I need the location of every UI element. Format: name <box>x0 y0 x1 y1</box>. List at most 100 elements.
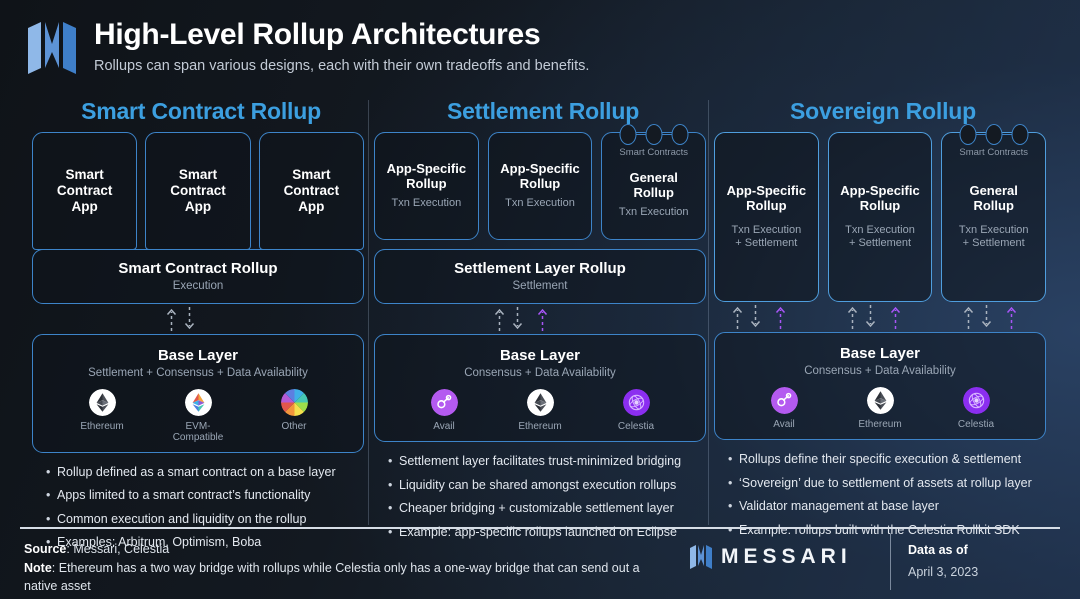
bullet-text: Common execution and liquidity on the ro… <box>57 511 307 526</box>
list-item: • Liquidity can be shared amongst executi… <box>388 477 706 493</box>
bullet-dot-icon: • <box>728 522 733 537</box>
bullet-dot-icon: • <box>46 464 51 479</box>
token-row: Ethereum EVM-Compatible Other <box>41 388 355 443</box>
celestia-icon <box>622 389 650 416</box>
app-card[interactable]: App-Specific Rollup Txn Execution <box>374 132 479 240</box>
bullet-list: • Rollups define their specific execution… <box>714 451 1046 538</box>
app-card-row: Smart Contract App Smart Contract App Sm… <box>32 132 364 250</box>
list-item: • Example: app-specific rollups launched … <box>388 524 706 540</box>
band-title: Settlement Layer Rollup <box>454 260 626 277</box>
ethereum-icon <box>866 387 894 414</box>
bullet-dot-icon: • <box>388 524 393 539</box>
infographic-root: High-Level Rollup Architectures Rollups … <box>0 0 1080 599</box>
footer-brand: MESSARI <box>690 545 852 569</box>
bullet-dot-icon: • <box>46 488 51 503</box>
smart-contracts-bubbles-icon <box>619 124 689 145</box>
token-item: EVM-Compatible <box>167 388 229 443</box>
connector-arrows <box>714 302 1046 332</box>
bidirectional-dashed-arrow-icon <box>732 304 761 330</box>
list-item: • Cheaper bridging + customizable settlem… <box>388 500 706 516</box>
token-label: Other <box>281 420 307 432</box>
app-card-subtitle: Txn Execution + Settlement <box>845 223 915 250</box>
footer-date-label: Data as of <box>908 543 968 557</box>
footer-source-value: : Messari, Celestia <box>66 542 170 556</box>
token-label: EVM-Compatible <box>172 420 224 443</box>
celestia-icon <box>962 387 990 414</box>
bullet-dot-icon: • <box>728 475 733 490</box>
footer-source: Source: Messari, Celestia <box>24 540 674 559</box>
app-card[interactable]: Smart Contract App <box>32 132 138 250</box>
app-card-title: App-Specific Rollup <box>386 160 467 192</box>
app-card-title: Smart Contract App <box>170 167 226 214</box>
app-card-subtitle: Txn Execution + Settlement <box>958 223 1029 250</box>
bullet-text: Apps limited to a smart contract’s funct… <box>57 488 311 503</box>
smart-contracts-label: Smart Contracts <box>959 147 1028 158</box>
column-title-smart-contract-rollup: Smart Contract Rollup <box>81 98 321 124</box>
page-title: High-Level Rollup Architectures <box>94 18 541 51</box>
column-settlement-rollup: App-Specific Rollup Txn Execution App-Spe… <box>374 124 707 547</box>
ethereum-icon <box>88 388 116 416</box>
bidirectional-dashed-arrow-icon <box>847 304 876 330</box>
band-title: Base Layer <box>839 345 921 362</box>
messari-logo-icon <box>28 22 76 74</box>
bidirectional-dashed-arrow-icon <box>963 304 992 330</box>
band-subtitle: Consensus + Data Availability <box>464 367 616 379</box>
bullet-text: Example: app-specific rollups launched o… <box>399 524 677 539</box>
column-divider-2 <box>708 100 709 525</box>
app-card[interactable]: Smart Contract App <box>145 132 251 250</box>
footer-note-label: Note <box>24 560 52 575</box>
token-row: Avail Ethereum Celestia <box>383 389 697 432</box>
token-item: Ethereum <box>509 389 571 432</box>
list-item: • Example: rollups built with the Celesti… <box>728 522 1046 538</box>
app-card-subtitle: Txn Execution + Settlement <box>731 223 802 250</box>
band-subtitle: Consensus + Data Availability <box>804 365 956 377</box>
app-card-general-rollup[interactable]: Smart Contracts General Rollup Txn Execut… <box>941 124 1047 302</box>
app-card[interactable]: App-Specific Rollup Txn Execution <box>487 132 593 240</box>
app-card-general-rollup[interactable]: Smart Contracts General Rollup Txn Execut… <box>601 124 707 240</box>
app-card-subtitle: Txn Execution <box>391 197 462 210</box>
purple-up-arrow-icon <box>537 306 548 337</box>
footer-note: Note: Ethereum has a two way bridge with… <box>24 559 674 596</box>
token-item: Avail <box>753 387 815 430</box>
token-item: Ethereum <box>71 388 133 443</box>
bullet-text: ‘Sovereign’ due to settlement of assets … <box>739 475 1032 490</box>
bullet-dot-icon: • <box>728 452 733 466</box>
connector-arrows <box>374 304 706 334</box>
app-card-title: App-Specific Rollup <box>500 160 580 192</box>
token-label: Celestia <box>617 421 655 432</box>
footer-notes: Source: Messari, Celestia Note: Ethereum… <box>24 540 674 596</box>
list-item: • Validator management at base layer <box>728 498 1046 514</box>
footer-vertical-divider <box>890 534 892 590</box>
token-label: Avail <box>433 421 455 432</box>
band-title: Smart Contract Rollup <box>118 259 278 277</box>
bullet-dot-icon: • <box>388 454 393 468</box>
bullet-dot-icon: • <box>388 477 393 492</box>
app-card-row: App-Specific Rollup Txn Execution App-Spe… <box>374 124 707 240</box>
footer-note-value: : Ethereum has a two way bridge with rol… <box>24 560 640 594</box>
app-card-row: App-Specific Rollup Txn Execution + Settle… <box>714 124 1047 302</box>
header: High-Level Rollup Architectures Rollups … <box>28 18 589 74</box>
column-smart-contract-rollup: Smart Contract App Smart Contract App Sm… <box>32 132 364 558</box>
band-title: Base Layer <box>499 347 581 364</box>
app-card[interactable]: App-Specific Rollup Txn Execution + Settle… <box>714 132 819 302</box>
app-card-title: App-Specific Rollup <box>840 182 920 214</box>
token-label: Ethereum <box>80 420 124 432</box>
footer-brand-text: MESSARI <box>721 545 852 568</box>
app-card[interactable]: Smart Contract App <box>258 132 364 250</box>
smart-contracts-bubbles-icon <box>959 124 1029 145</box>
footer-divider <box>20 527 1060 529</box>
list-item: • Apps limited to a smart contract’s func… <box>46 487 364 503</box>
other-rainbow-icon <box>280 388 308 416</box>
bullet-text: Liquidity can be shared amongst executio… <box>399 477 677 492</box>
bidirectional-dashed-arrow-icon <box>166 306 195 332</box>
band-subtitle: Settlement <box>512 280 568 292</box>
app-card-title: Smart Contract App <box>283 167 340 214</box>
column-title-sovereign-rollup: Sovereign Rollup <box>790 98 976 124</box>
app-card-title: General Rollup <box>969 182 1018 214</box>
bullet-dot-icon: • <box>388 501 393 515</box>
evm-compatible-icon <box>184 388 212 416</box>
app-card[interactable]: App-Specific Rollup Txn Execution + Settle… <box>827 132 933 302</box>
column-divider-1 <box>368 100 369 525</box>
bullet-text: Settlement layer facilitates trust-minim… <box>399 454 682 468</box>
bullet-list: • Rollup defined as a smart contract on a… <box>32 464 364 551</box>
